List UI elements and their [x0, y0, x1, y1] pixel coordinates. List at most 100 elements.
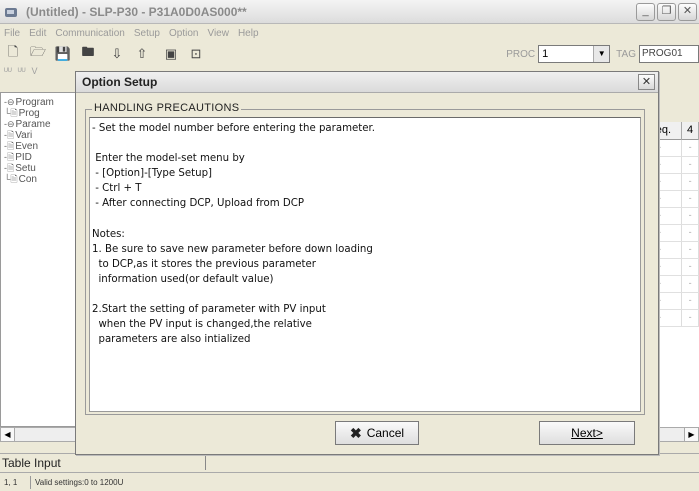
precaution-line [92, 136, 638, 151]
upload-icon[interactable]: ⇧ [133, 45, 151, 63]
proc-tag-area: PROC 1 ▼ TAG PROG01 [506, 44, 699, 64]
status-bar: 1, 1 Valid settings:0 to 1200U [0, 472, 699, 491]
document-icon: -🗎 [4, 152, 15, 162]
toolbar2-icon[interactable]: V [31, 66, 37, 84]
handling-precautions-group: HANDLING PRECAUTIONS - Set the model num… [85, 102, 645, 415]
proc-select[interactable]: 1 ▼ [538, 45, 611, 63]
print-icon[interactable]: ⊡ [187, 45, 205, 63]
chevron-right-icon[interactable]: ▶ [684, 428, 698, 441]
tree-item-parameter[interactable]: -⊖ Parame [4, 119, 79, 130]
cancel-x-icon: ✖ [349, 424, 362, 441]
tree-item-label: Setu [15, 163, 36, 174]
tree-item-pid[interactable]: -🗎 PID [4, 152, 79, 163]
grid-cell[interactable]: - [682, 174, 699, 190]
precaution-line: - Set the model number before entering t… [92, 123, 376, 134]
grid-column-header[interactable]: 4 [682, 122, 699, 140]
tag-field[interactable]: PROG01 [639, 45, 699, 63]
open-folder-icon[interactable]: 🗁 [29, 44, 47, 63]
close-icon[interactable]: ✕ [638, 74, 655, 90]
tree-item-label: Vari [15, 130, 33, 141]
document-icon: -🗎 [4, 163, 15, 173]
new-file-icon[interactable]: 🗋 [4, 44, 22, 63]
window-title: (Untitled) - SLP-P30 - P31A0D0AS000** [26, 4, 247, 19]
tree-item-label: Con [18, 174, 37, 185]
grid-cell[interactable]: - [682, 242, 699, 258]
next-button[interactable]: Next> [539, 421, 635, 445]
group-label: HANDLING PRECAUTIONS [92, 102, 242, 114]
precaution-line [92, 287, 638, 302]
menu-view[interactable]: View [207, 28, 229, 39]
precaution-line: Notes: [92, 228, 125, 240]
precaution-line: - [Option]-[Type Setup] [92, 168, 213, 180]
tree-item-setup[interactable]: -🗎 Setu [4, 163, 79, 174]
grid-cell[interactable]: - [682, 140, 699, 156]
precaution-line: - After connecting DCP, Upload from DCP [92, 198, 305, 210]
grid-cell[interactable]: - [682, 157, 699, 173]
grid-cell[interactable]: - [682, 276, 699, 292]
folder-icon: -⊖ [4, 97, 15, 107]
minimize-button[interactable]: _ [636, 3, 655, 21]
tree-item-prog[interactable]: └🗎 Prog [4, 108, 79, 119]
toolbar2-icon[interactable]: ᵁᵁ [18, 66, 26, 84]
parameter-tree: -⊖ Program └🗎 Prog -⊖ Parame -🗎 Vari -🗎 Even … [0, 92, 80, 427]
precaution-line: 2.Start the setting of parameter with PV… [92, 304, 326, 316]
precaution-line: when the PV input is changed,the relativ… [92, 319, 312, 331]
grid-cell[interactable]: - [682, 259, 699, 275]
document-icon: └🗎 [4, 174, 18, 184]
save-icon[interactable]: 💾 [54, 45, 72, 63]
document-icon: └🗎 [4, 108, 18, 118]
grid-cell[interactable]: - [682, 208, 699, 224]
grid-cell[interactable]: - [682, 225, 699, 241]
window-controls: _ ❐ ✕ [636, 3, 697, 21]
monitor-icon[interactable]: ▣ [162, 45, 180, 63]
menu-communication[interactable]: Communication [55, 28, 124, 39]
tree-item-label: PID [15, 152, 32, 163]
precautions-textarea[interactable]: - Set the model number before entering t… [89, 117, 641, 412]
cancel-button-label: Cancel [366, 426, 405, 440]
document-icon: -🗎 [4, 141, 15, 151]
dialog-title: Option Setup [76, 72, 658, 93]
grid-cell[interactable]: - [682, 191, 699, 207]
tree-item-config[interactable]: └🗎 Con [4, 174, 79, 185]
precaution-line: - Ctrl + T [92, 183, 142, 195]
cursor-position: 1, 1 [4, 477, 18, 487]
tree-item-label: Parame [15, 119, 51, 130]
proc-label: PROC [506, 48, 536, 60]
close-window-button[interactable]: ✕ [678, 3, 697, 21]
tag-label: TAG [616, 48, 636, 60]
menu-file[interactable]: File [4, 28, 20, 39]
menu-option[interactable]: Option [169, 28, 198, 39]
menu-setup[interactable]: Setup [134, 28, 160, 39]
precaution-line: 1. Be sure to save new parameter before … [92, 243, 373, 255]
grid-cell[interactable]: - [682, 310, 699, 326]
folder-icon: -⊖ [4, 119, 15, 129]
document-icon: -🗎 [4, 130, 15, 140]
menu-help[interactable]: Help [238, 28, 259, 39]
cancel-button[interactable]: ✖ Cancel [335, 421, 419, 445]
tree-item-label: Even [15, 141, 39, 152]
precaution-line: parameters are also intialized [92, 334, 251, 346]
download-icon[interactable]: ⇩ [108, 45, 126, 63]
tree-item-variable[interactable]: -🗎 Vari [4, 130, 79, 141]
toolbar2-icon[interactable]: ᵁᵁ [4, 66, 12, 84]
secondary-toolbar: ᵁᵁ ᵁᵁ V [4, 66, 37, 84]
window-titlebar: (Untitled) - SLP-P30 - P31A0D0AS000** _ … [0, 0, 699, 24]
grid-cell[interactable]: - [682, 293, 699, 309]
precaution-line: Enter the model-set menu by [92, 153, 245, 165]
tree-item-label: Prog [18, 108, 40, 119]
table-input-label: Table Input [2, 455, 61, 470]
tree-scrollbar[interactable]: ◀ [0, 427, 80, 442]
app-icon [4, 5, 20, 19]
precaution-line: information used(or default value) [92, 273, 274, 285]
tree-item-program[interactable]: -⊖ Program [4, 97, 79, 108]
menu-edit[interactable]: Edit [29, 28, 46, 39]
restore-button[interactable]: ❐ [657, 3, 676, 21]
chevron-down-icon[interactable]: ▼ [593, 46, 610, 62]
precaution-line [92, 212, 638, 227]
chevron-left-icon[interactable]: ◀ [1, 428, 15, 441]
tree-item-event[interactable]: -🗎 Even [4, 141, 79, 152]
table-input-bar: Table Input [0, 453, 699, 471]
menu-bar: File Edit Communication Setup Option Vie… [0, 24, 699, 42]
tree-item-label: Program [15, 97, 54, 108]
open-file-icon[interactable]: 🖿 [79, 44, 97, 63]
